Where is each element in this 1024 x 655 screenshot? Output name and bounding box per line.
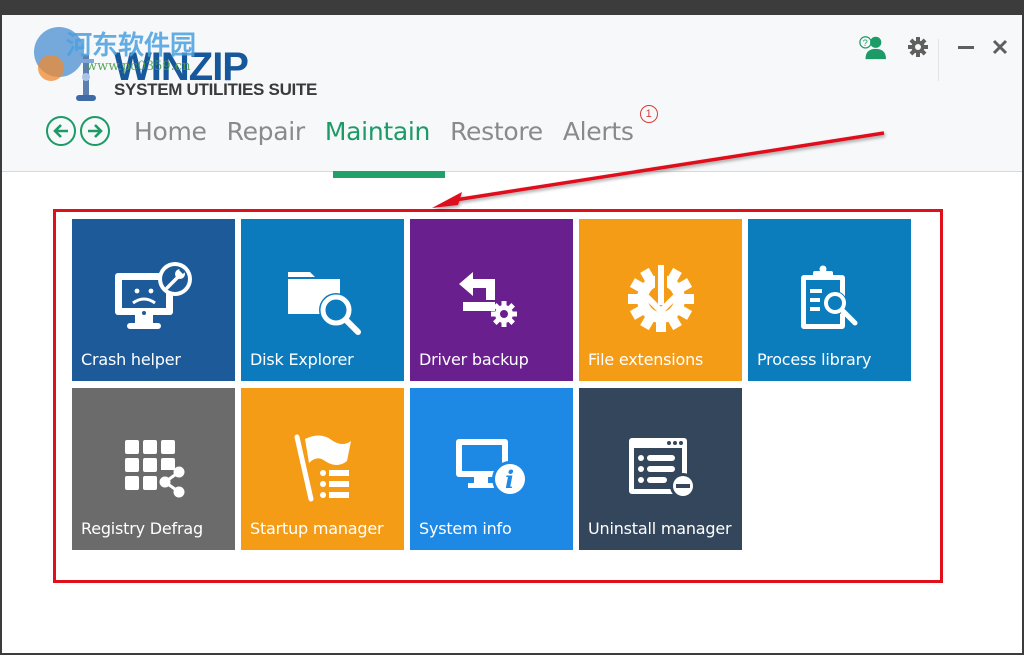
tile-driver-backup[interactable]: Driver backup: [410, 219, 573, 381]
watermark-text: 河东软件园: [66, 31, 197, 61]
window-list-minus-icon: [628, 438, 696, 499]
tile-file-extensions[interactable]: File extensions: [579, 219, 742, 381]
tab-maintain[interactable]: Maintain: [325, 117, 431, 146]
grid-share-icon: [124, 440, 187, 498]
tile-label: Registry Defrag: [81, 519, 203, 538]
gear-icon: [908, 37, 928, 57]
tab-alerts[interactable]: Alerts 1: [562, 104, 658, 146]
close-icon: [992, 39, 1008, 55]
watermark-logo-accent: [38, 55, 64, 81]
header: WINZIP SYSTEM UTILITIES SUITE 河东软件园 www.…: [2, 15, 1022, 172]
svg-text:i: i: [505, 465, 514, 494]
forward-button[interactable]: [80, 116, 110, 146]
active-tab-indicator: [333, 171, 445, 178]
tile-label: Driver backup: [419, 350, 529, 369]
tab-home[interactable]: Home: [134, 117, 207, 146]
tile-startup-manager[interactable]: Startup manager: [241, 388, 404, 550]
minimize-button[interactable]: [952, 33, 980, 61]
arrow-right-icon: [88, 124, 103, 138]
minimize-icon: [958, 46, 974, 49]
window-controls: ?: [842, 15, 1022, 81]
close-button[interactable]: [986, 33, 1014, 61]
tile-label: System info: [419, 519, 512, 538]
brand-subtitle: SYSTEM UTILITIES SUITE: [114, 80, 318, 99]
arrow-left-icon: [53, 124, 68, 138]
driver-backup-icon: [458, 272, 517, 327]
monitor-info-icon: i: [455, 439, 528, 497]
tile-disk-explorer[interactable]: Disk Explorer: [241, 219, 404, 381]
tile-uninstall-manager[interactable]: Uninstall manager: [579, 388, 742, 550]
folder-search-icon: [287, 272, 361, 335]
tab-alerts-label: Alerts: [562, 116, 634, 146]
clipboard-search-icon: [800, 265, 857, 329]
tab-restore[interactable]: Restore: [450, 117, 543, 146]
crash-monitor-wrench-icon: [114, 262, 192, 329]
tile-label: File extensions: [588, 350, 704, 369]
tile-label: Uninstall manager: [588, 519, 732, 538]
tab-repair[interactable]: Repair: [227, 117, 306, 146]
tile-crash-helper[interactable]: Crash helper: [72, 219, 235, 381]
tile-registry-defrag[interactable]: Registry Defrag: [72, 388, 235, 550]
tile-process-library[interactable]: Process library: [748, 219, 911, 381]
svg-text:?: ?: [863, 38, 868, 48]
tile-label: Startup manager: [250, 519, 384, 538]
tile-label: Disk Explorer: [250, 350, 354, 369]
tile-label: Crash helper: [81, 350, 181, 369]
gear-download-icon: [627, 265, 694, 332]
logo: WINZIP SYSTEM UTILITIES SUITE 河东软件园 www.…: [32, 25, 332, 105]
settings-button[interactable]: [904, 33, 932, 61]
tile-label: Process library: [757, 350, 872, 369]
watermark-url: www.pc0359.cn: [86, 59, 191, 74]
tile-system-info[interactable]: i System info: [410, 388, 573, 550]
support-user-icon: ?: [859, 36, 886, 60]
flag-list-icon: [294, 434, 351, 502]
main-nav: Home Repair Maintain Restore Alerts 1: [46, 104, 658, 151]
alerts-count-badge: 1: [639, 104, 658, 123]
back-button[interactable]: [46, 116, 76, 146]
divider: [938, 39, 939, 81]
support-button[interactable]: ?: [858, 33, 886, 61]
